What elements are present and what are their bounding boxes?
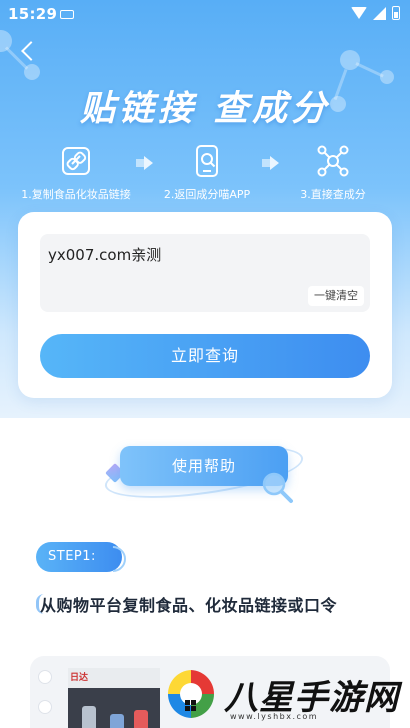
clear-button[interactable]: 一键清空 [308, 286, 364, 306]
signal-icon [373, 6, 386, 20]
step-item-check-ingredients: 3.直接查成分 [263, 144, 403, 202]
watermark-logo-icon [167, 670, 215, 718]
step-item-copy-link: 1.复制食品化妆品链接 [6, 144, 146, 202]
watermark: 八星手游网 www.lyshbx.com [160, 664, 410, 728]
step-label: 2.返回成分喵APP [163, 188, 251, 201]
status-bar: 15:29 [0, 0, 410, 28]
phone-search-icon [196, 145, 218, 177]
link-input-value: yx007.com亲测 [48, 246, 162, 264]
link-icon [62, 147, 90, 175]
step-label: 1.复制食品化妆品链接 [21, 188, 131, 201]
product-image-logo: 日达 [70, 673, 89, 683]
step-label: 3.直接查成分 [300, 188, 366, 201]
query-button[interactable]: 立即查询 [40, 334, 370, 378]
step1-description: 从购物平台复制食品、化妆品链接或口令 [35, 592, 337, 616]
preview-dot [38, 670, 52, 684]
battery-icon [392, 6, 400, 20]
magnifier-icon [262, 472, 293, 503]
step-item-return-app: 2.返回成分喵APP [137, 144, 277, 202]
steps-row: 1.复制食品化妆品链接 2.返回成分喵APP 3.直接查成分 [0, 144, 410, 208]
keyboard-icon [60, 10, 74, 19]
page-title: 贴链接 查成分 [79, 89, 331, 129]
step1-badge: STEP1: [36, 542, 122, 572]
help-block: 使用帮助 [101, 436, 307, 516]
watermark-url: www.lyshbx.com [230, 712, 319, 721]
link-input-card: yx007.com亲测 一键清空 立即查询 [18, 212, 392, 398]
product-image: 日达 [68, 668, 160, 728]
status-time: 15:29 [8, 5, 58, 23]
back-button[interactable] [14, 36, 44, 66]
preview-dot [38, 700, 52, 714]
hero-banner: 15:29 贴链接 查成分 1.复制食品化妆品链接 2.返回成分喵APP 3.直… [0, 0, 410, 418]
wifi-icon [351, 7, 367, 19]
molecule-icon [317, 145, 349, 177]
link-input[interactable]: yx007.com亲测 一键清空 [40, 234, 370, 312]
